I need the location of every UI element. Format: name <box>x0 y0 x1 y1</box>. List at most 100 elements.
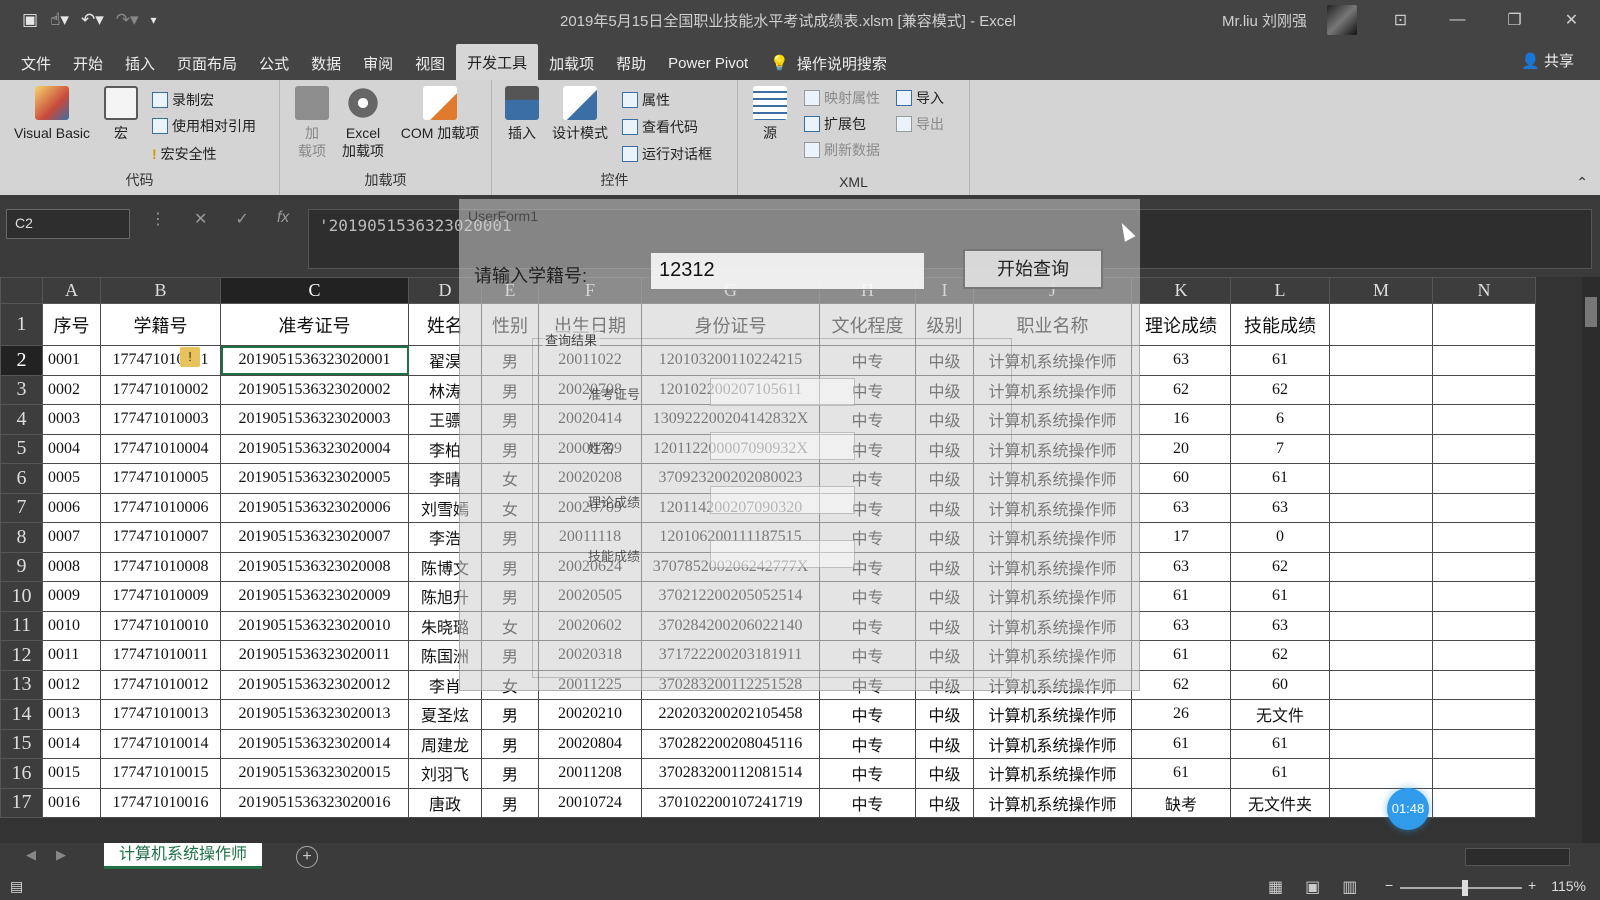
table-cell[interactable]: 61 <box>1131 728 1231 759</box>
table-cell[interactable]: 177471010009 <box>100 581 221 612</box>
row-header[interactable]: 16 <box>0 758 43 789</box>
empty-cell[interactable] <box>1432 374 1536 405</box>
tab-home[interactable]: 开始 <box>62 46 114 80</box>
row-header[interactable]: 12 <box>0 640 43 671</box>
more-icon[interactable]: ⋮ <box>150 209 166 229</box>
empty-cell[interactable] <box>1432 522 1536 553</box>
query-button[interactable]: 开始查询 <box>963 249 1103 289</box>
table-cell[interactable]: 177471010014 <box>100 728 221 759</box>
empty-cell[interactable] <box>1432 640 1536 671</box>
table-cell[interactable]: 2019051536323020012 <box>220 669 409 700</box>
addins-button[interactable]: 加 载项 <box>292 86 332 160</box>
restore-icon[interactable]: ❐ <box>1486 0 1543 40</box>
table-cell[interactable]: 2019051536323020006 <box>220 492 409 523</box>
table-cell[interactable]: 中专 <box>819 728 916 759</box>
tab-file[interactable]: 文件 <box>10 46 62 80</box>
share-button[interactable]: 👤 共享 <box>1521 50 1574 71</box>
tab-developer[interactable]: 开发工具 <box>456 44 539 80</box>
empty-cell[interactable] <box>1329 669 1433 700</box>
page-layout-view-icon[interactable]: ▣ <box>1305 877 1320 897</box>
empty-cell[interactable] <box>1329 581 1433 612</box>
empty-cell[interactable] <box>1329 640 1433 671</box>
empty-cell[interactable] <box>1432 728 1536 759</box>
empty-cell[interactable] <box>1432 610 1536 641</box>
table-cell[interactable]: 7 <box>1230 433 1330 464</box>
row-header[interactable]: 13 <box>0 669 43 700</box>
table-cell[interactable]: 2019051536323020013 <box>220 699 409 730</box>
undo-icon[interactable]: ↶▾ <box>81 10 104 30</box>
empty-cell[interactable] <box>1432 404 1536 435</box>
table-cell[interactable]: 61 <box>1131 640 1231 671</box>
ribbon-display-icon[interactable]: ⊡ <box>1372 0 1429 40</box>
table-cell[interactable]: 中专 <box>819 787 916 818</box>
macros-button[interactable]: 宏 <box>98 86 144 142</box>
table-cell[interactable]: 夏圣炫 <box>408 699 482 730</box>
insert-function-icon[interactable]: fx <box>277 209 289 229</box>
table-cell[interactable]: 61 <box>1230 345 1330 376</box>
table-cell[interactable]: 177471010007 <box>100 522 221 553</box>
table-cell[interactable]: 刘羽飞 <box>408 758 482 789</box>
table-cell[interactable]: 177471010003 <box>100 404 221 435</box>
zoom-slider-knob[interactable] <box>1462 880 1468 896</box>
minimize-icon[interactable]: — <box>1429 0 1486 40</box>
table-cell[interactable]: 0009 <box>42 581 101 612</box>
redo-icon[interactable]: ↷▾ <box>116 10 139 30</box>
table-cell[interactable]: 62 <box>1230 640 1330 671</box>
empty-cell[interactable] <box>1329 463 1433 494</box>
table-cell[interactable]: 20020210 <box>538 699 642 730</box>
table-cell[interactable]: 0016 <box>42 787 101 818</box>
tab-formulas[interactable]: 公式 <box>248 46 300 80</box>
table-cell[interactable]: 2019051536323020004 <box>220 433 409 464</box>
import-button[interactable]: 导入 <box>896 88 944 108</box>
zoom-out-icon[interactable]: − <box>1385 877 1393 893</box>
com-addins-button[interactable]: COM 加载项 <box>392 86 488 142</box>
table-cell[interactable]: 缺考 <box>1131 787 1231 818</box>
table-cell[interactable]: 61 <box>1230 581 1330 612</box>
column-header-n[interactable]: N <box>1432 277 1536 304</box>
name-field[interactable] <box>710 432 855 460</box>
table-cell[interactable]: 17 <box>1131 522 1231 553</box>
error-indicator-icon[interactable]: ! <box>180 347 200 367</box>
table-cell[interactable]: 63 <box>1131 345 1231 376</box>
empty-cell[interactable] <box>1329 303 1433 346</box>
table-cell[interactable]: 0 <box>1230 522 1330 553</box>
close-icon[interactable]: ✕ <box>1543 0 1600 40</box>
table-cell[interactable]: 2019051536323020015 <box>220 758 409 789</box>
column-header-c[interactable]: C <box>220 277 409 304</box>
table-cell[interactable]: 60 <box>1230 669 1330 700</box>
table-cell[interactable]: 无文件 <box>1230 699 1330 730</box>
table-cell[interactable]: 61 <box>1230 728 1330 759</box>
table-cell[interactable]: 计算机系统操作师 <box>973 699 1132 730</box>
header-cell[interactable]: 序号 <box>42 303 101 346</box>
horizontal-scrollbar[interactable] <box>1465 848 1570 866</box>
tell-me-search[interactable]: 💡 操作说明搜索 <box>759 46 898 80</box>
table-cell[interactable]: 63 <box>1131 610 1231 641</box>
empty-cell[interactable] <box>1329 758 1433 789</box>
table-cell[interactable]: 177471010004 <box>100 433 221 464</box>
table-cell[interactable]: 中级 <box>915 787 974 818</box>
row-header[interactable]: 17 <box>0 787 43 818</box>
table-cell[interactable]: 0010 <box>42 610 101 641</box>
table-cell[interactable]: 2019051536323020005 <box>220 463 409 494</box>
row-header[interactable]: 2 <box>0 345 43 376</box>
normal-view-icon[interactable]: ▦ <box>1268 877 1283 897</box>
column-header-b[interactable]: B <box>100 277 221 304</box>
table-cell[interactable]: 0015 <box>42 758 101 789</box>
empty-cell[interactable] <box>1432 669 1536 700</box>
table-cell[interactable]: 0006 <box>42 492 101 523</box>
collapse-ribbon-icon[interactable]: ⌃ <box>1576 174 1588 191</box>
header-cell[interactable]: 学籍号 <box>100 303 221 346</box>
table-cell[interactable]: 20011208 <box>538 758 642 789</box>
empty-cell[interactable] <box>1432 463 1536 494</box>
header-cell[interactable]: 理论成绩 <box>1131 303 1231 346</box>
row-header[interactable]: 15 <box>0 728 43 759</box>
table-cell[interactable]: 2019051536323020003 <box>220 404 409 435</box>
table-cell[interactable]: 计算机系统操作师 <box>973 758 1132 789</box>
table-cell[interactable]: 0005 <box>42 463 101 494</box>
add-sheet-icon[interactable]: + <box>296 846 318 868</box>
table-cell[interactable]: 61 <box>1230 463 1330 494</box>
table-cell[interactable]: 0014 <box>42 728 101 759</box>
scroll-thumb[interactable] <box>1585 297 1597 327</box>
enter-icon[interactable]: ✓ <box>235 209 248 229</box>
table-cell[interactable]: 63 <box>1230 610 1330 641</box>
